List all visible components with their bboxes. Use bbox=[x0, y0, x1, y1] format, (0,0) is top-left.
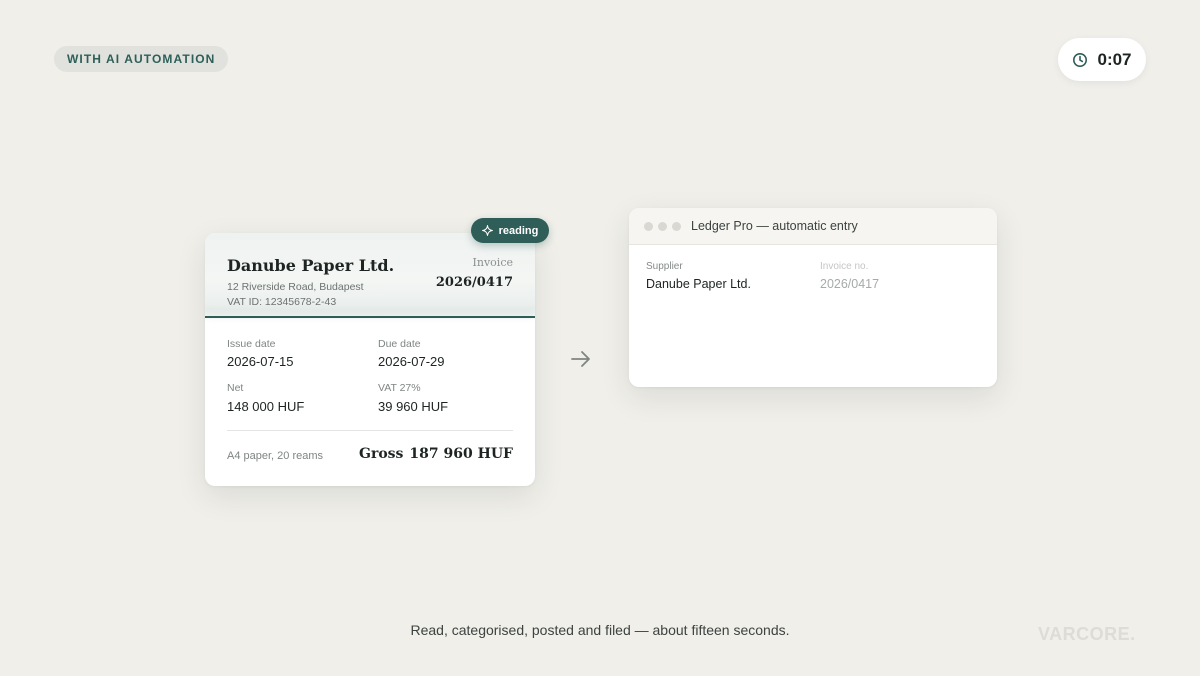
gross-label: Gross bbox=[358, 446, 404, 462]
ledger-window: Ledger Pro — automatic entry Supplier Da… bbox=[629, 208, 997, 387]
ledger-supplier-label: Supplier bbox=[646, 261, 683, 272]
arrow-right-icon bbox=[571, 351, 590, 367]
ledger-invoice-no-label: Invoice no. bbox=[820, 261, 869, 272]
ledger-supplier-field[interactable]: Danube Paper Ltd. bbox=[646, 277, 751, 291]
gross-value: 187 960 HUF bbox=[409, 446, 513, 462]
invoice-gross: Gross 187 960 HUF bbox=[359, 446, 513, 462]
invoice-doc-label: Invoice bbox=[472, 256, 513, 269]
ledger-title: Ledger Pro — automatic entry bbox=[691, 219, 858, 233]
window-dot bbox=[644, 222, 653, 231]
caption: Read, categorised, posted and filed — ab… bbox=[410, 622, 790, 638]
invoice-document: Danube Paper Ltd. 12 Riverside Road, Bud… bbox=[205, 233, 535, 486]
due-date-value: 2026-07-29 bbox=[378, 354, 445, 369]
window-dot bbox=[658, 222, 667, 231]
invoice-header: Danube Paper Ltd. 12 Riverside Road, Bud… bbox=[205, 233, 535, 319]
timer-value: 0:07 bbox=[1097, 49, 1132, 69]
mode-badge: WITH AI AUTOMATION bbox=[54, 46, 229, 72]
invoice-doc-number: 2026/0417 bbox=[435, 275, 513, 290]
due-date-label: Due date bbox=[378, 338, 421, 350]
automation-demo-stage: WITH AI AUTOMATION 0:07 Danube Paper Ltd… bbox=[0, 0, 1200, 676]
reading-status-pill: reading bbox=[471, 218, 549, 243]
net-label: Net bbox=[227, 382, 244, 394]
sparkle-icon bbox=[481, 225, 493, 236]
net-value: 148 000 HUF bbox=[227, 399, 305, 414]
ledger-invoice-no-field[interactable]: 2026/0417 bbox=[820, 277, 879, 291]
invoice-divider bbox=[227, 430, 513, 431]
reading-status-label: reading bbox=[498, 224, 539, 237]
vat-value: 39 960 HUF bbox=[378, 399, 449, 414]
scan-line bbox=[205, 316, 535, 318]
invoice-supplier-vat: VAT ID: 12345678-2-43 bbox=[227, 296, 337, 308]
invoice-line-item: A4 paper, 20 reams bbox=[227, 450, 324, 462]
vat-label: VAT 27% bbox=[378, 382, 421, 394]
clock-icon bbox=[1073, 52, 1088, 67]
issue-date-label: Issue date bbox=[227, 338, 276, 350]
invoice-supplier-name: Danube Paper Ltd. bbox=[227, 256, 395, 275]
invoice-supplier-address: 12 Riverside Road, Budapest bbox=[227, 281, 364, 293]
timer: 0:07 bbox=[1058, 38, 1146, 81]
issue-date-value: 2026-07-15 bbox=[227, 354, 294, 369]
window-dot bbox=[672, 222, 681, 231]
brand-logo: VARCORE. bbox=[1038, 624, 1136, 644]
ledger-titlebar: Ledger Pro — automatic entry bbox=[629, 208, 997, 245]
